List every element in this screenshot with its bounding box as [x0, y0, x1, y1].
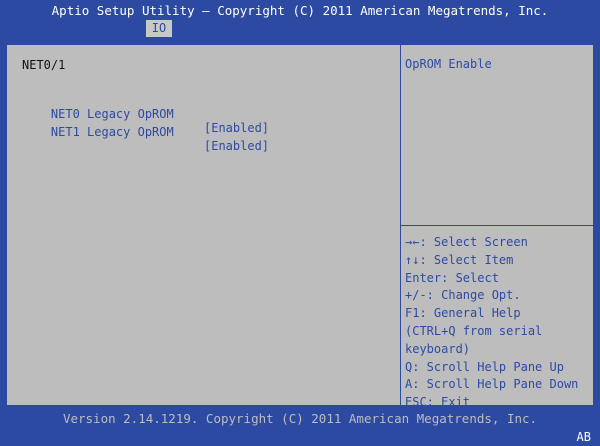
key-select-screen: →←: Select Screen — [405, 235, 528, 249]
help-text: OpROM Enable — [405, 57, 492, 71]
key-select-item: ↑↓: Select Item — [405, 252, 514, 267]
settings-panel: NET0/1 NET0 Legacy OpROM [Enabled] NET1 … — [6, 44, 401, 406]
option-net1-legacy-oprom[interactable]: NET1 Legacy OpROM [Enabled] — [22, 111, 269, 167]
key-legend: →←: Select Screen ↑↓: Select Item Enter:… — [405, 234, 578, 412]
help-panel: OpROM Enable →←: Select Screen ↑↓: Selec… — [400, 44, 594, 409]
help-divider — [401, 225, 593, 226]
key-scroll-down: A: Scroll Help Pane Down — [405, 377, 579, 392]
key-general-help: F1: General Help — [405, 306, 521, 321]
key-ctrl-q-note: (CTRL+Q from serial — [405, 323, 543, 338]
option-value[interactable]: [Enabled] — [204, 121, 269, 135]
option-value[interactable]: [Enabled] — [204, 139, 269, 153]
window-title: Aptio Setup Utility – Copyright (C) 2011… — [51, 3, 549, 18]
version-footer: Version 2.14.1219. Copyright (C) 2011 Am… — [62, 411, 538, 426]
key-enter-select: Enter: Select — [405, 270, 499, 285]
section-heading: NET0/1 — [22, 58, 66, 72]
key-scroll-up: Q: Scroll Help Pane Up — [405, 359, 564, 374]
key-keyboard-note: keyboard) — [405, 341, 471, 356]
option-label: NET1 Legacy OpROM — [50, 125, 174, 139]
tab-io[interactable]: IO — [146, 20, 172, 37]
post-code-badge: AB — [576, 430, 591, 444]
key-change-opt: +/-: Change Opt. — [405, 288, 521, 303]
key-esc-exit: ESC: Exit — [405, 395, 471, 410]
